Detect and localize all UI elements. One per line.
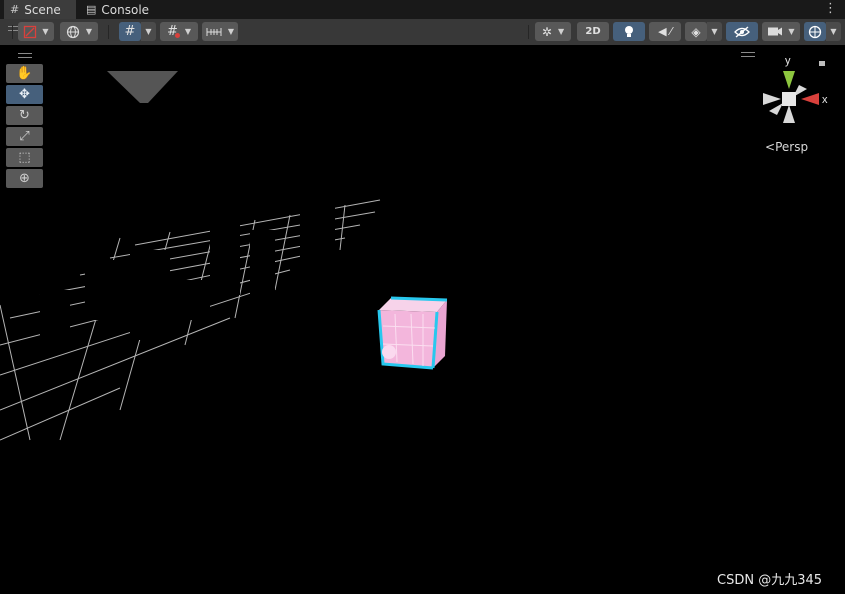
tools-grip[interactable]: [18, 57, 32, 58]
tab-console-label: Console: [101, 2, 150, 17]
scale-icon: ⤢: [19, 129, 30, 144]
eye-hidden-icon: [734, 25, 750, 38]
gizmo-x-label: x: [822, 94, 828, 106]
chevron-down-icon: ▼: [42, 27, 49, 36]
effects-toggle[interactable]: ◈: [685, 22, 707, 41]
scene-toolbar: ▼ ▼ # ▼ # ▼ ▼ ✲ ▼ 2D ◀ ⁄ ◈ ▼ ▼ ▼: [0, 19, 845, 46]
x-axis-cone: [801, 93, 819, 105]
grid-snap-toggle[interactable]: #: [119, 22, 141, 41]
perspective-icon: <: [765, 140, 776, 154]
funnel-object: [107, 71, 178, 103]
toggle-2d-button[interactable]: 2D: [577, 22, 609, 41]
chevron-down-icon: ▼: [711, 27, 718, 36]
gizmo-toggle[interactable]: [804, 22, 826, 41]
hidden-objects-toggle[interactable]: [726, 22, 758, 41]
lock-icon[interactable]: [819, 61, 825, 66]
shading-mode-icon: [24, 25, 37, 38]
rect-icon: ⬚: [18, 150, 31, 165]
rotate-icon: ↻: [19, 108, 30, 123]
status-dot: [174, 33, 180, 38]
chevron-down-icon: ▼: [227, 27, 235, 36]
more-options-icon[interactable]: ⋮: [824, 1, 837, 16]
toggle-2d-label: 2D: [585, 26, 601, 37]
gizmo-icon: [808, 25, 822, 38]
global-handle-dropdown[interactable]: ▼: [60, 22, 98, 41]
overlay-grip[interactable]: [741, 52, 755, 53]
chevron-down-icon: ▼: [184, 27, 192, 36]
grid-icon: #: [10, 3, 20, 16]
grid-snap-dropdown[interactable]: ▼: [141, 22, 156, 41]
bug-icon: ✲: [541, 24, 552, 39]
gizmo-y-label: y: [785, 55, 791, 67]
hand-tool-button[interactable]: ✋: [6, 64, 43, 83]
lightbulb-icon: [625, 25, 633, 37]
selected-cube[interactable]: [377, 296, 449, 372]
divider: [108, 25, 109, 39]
increment-snap-dropdown[interactable]: ▼: [202, 22, 238, 41]
effects-dropdown[interactable]: ▼: [707, 22, 722, 41]
rotate-tool-button[interactable]: ↻: [6, 106, 43, 125]
tab-scene-label: Scene: [24, 2, 61, 17]
watermark: CSDN @九九345: [717, 573, 823, 588]
audio-toggle[interactable]: ◀ ⁄: [649, 22, 681, 41]
overlay-grip[interactable]: [741, 56, 755, 57]
transform-icon: ⊕: [19, 171, 30, 186]
chevron-down-icon: ▼: [145, 27, 152, 36]
tab-scene[interactable]: # Scene: [4, 0, 76, 19]
orientation-gizmo[interactable]: y x: [761, 55, 831, 135]
y-axis-cone: [783, 71, 795, 89]
tab-console[interactable]: ▤ Console: [86, 0, 166, 19]
move-tool-button[interactable]: ✥: [6, 85, 43, 104]
camera-icon: [768, 27, 783, 36]
move-icon: ✥: [19, 87, 30, 102]
divider: [12, 25, 13, 39]
grid-snap-icon: #: [124, 24, 136, 39]
console-icon: ▤: [86, 3, 97, 16]
tools-grip[interactable]: [18, 53, 32, 54]
ruler-icon: [206, 27, 222, 36]
tools-palette: ✋ ✥ ↻ ⤢ ⬚ ⊕: [6, 64, 43, 190]
camera-dropdown[interactable]: ▼: [762, 22, 800, 41]
tab-bar: # Scene ▤ Console ⋮: [0, 0, 845, 19]
speaker-muted-icon: ◀ ⁄: [658, 25, 672, 38]
draw-mode-dropdown[interactable]: ▼: [18, 22, 54, 41]
neg-x-cone: [763, 93, 781, 105]
transform-tool-button[interactable]: ⊕: [6, 169, 43, 188]
layers-icon: ◈: [691, 24, 701, 39]
scale-tool-button[interactable]: ⤢: [6, 127, 43, 146]
chevron-down-icon: ▼: [830, 27, 837, 36]
scene-viewport[interactable]: y x <Persp ✋ ✥ ↻ ⤢ ⬚ ⊕ CSDN @九九345: [0, 45, 845, 594]
chevron-down-icon: ▼: [557, 27, 565, 36]
gizmo-center-cube: [782, 92, 796, 106]
globe-icon: [66, 25, 80, 38]
lighting-toggle[interactable]: [613, 22, 645, 41]
neg-y-cone: [783, 105, 795, 123]
divider: [528, 25, 529, 39]
chevron-down-icon: ▼: [85, 27, 93, 36]
rect-tool-button[interactable]: ⬚: [6, 148, 43, 167]
grid-visibility-dropdown[interactable]: # ▼: [160, 22, 198, 41]
z-axis-cone: [769, 103, 783, 115]
gizmo-dropdown[interactable]: ▼: [826, 22, 841, 41]
projection-label: Persp: [775, 140, 809, 154]
chevron-down-icon: ▼: [788, 27, 795, 36]
gizmos-dropdown[interactable]: ✲ ▼: [535, 22, 571, 41]
projection-toggle[interactable]: <Persp: [765, 140, 808, 154]
hand-icon: ✋: [16, 66, 33, 81]
